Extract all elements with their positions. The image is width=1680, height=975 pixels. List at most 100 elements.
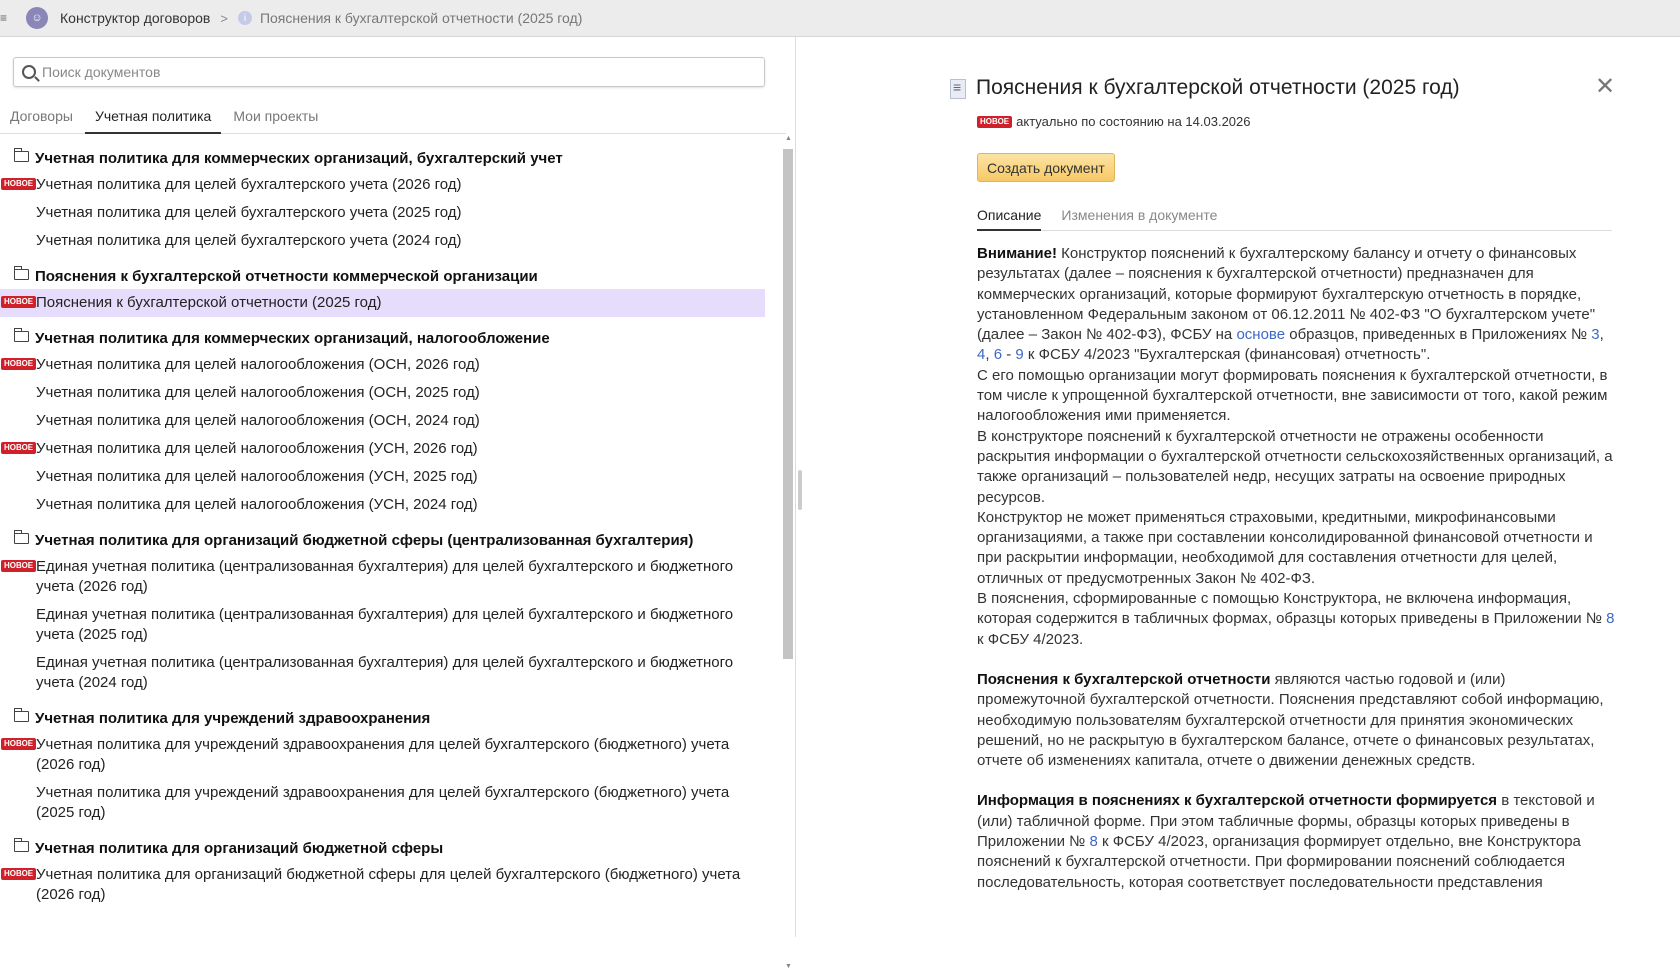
- paragraph: С его помощью организации могут формиров…: [977, 366, 1617, 427]
- link[interactable]: 3: [1591, 326, 1599, 343]
- folder-icon: [14, 266, 29, 280]
- list-item[interactable]: Учетная политика для целей налогообложен…: [0, 463, 766, 491]
- list-item-label: Учетная политика для целей налогообложен…: [36, 440, 478, 457]
- list-item-label: Единая учетная политика (централизованна…: [36, 654, 734, 691]
- group-title: Учетная политика для учреждений здравоох…: [35, 710, 431, 727]
- paragraph: Пояснения к бухгалтерской отчетности явл…: [977, 670, 1617, 771]
- folder-icon: [14, 148, 29, 162]
- group-heading[interactable]: Учетная политика для организаций бюджетн…: [14, 838, 776, 857]
- close-icon[interactable]: ✕: [1595, 72, 1615, 101]
- description-text: Внимание! Конструктор пояснений к бухгал…: [977, 244, 1617, 913]
- group-title: Учетная политика для организаций бюджетн…: [35, 532, 694, 549]
- chevron-right-icon: >: [220, 10, 228, 26]
- link[interactable]: 9: [1015, 346, 1023, 363]
- tab-1[interactable]: Учетная политика: [84, 105, 222, 134]
- list-item[interactable]: НОВОЕ Учетная политика для учреждений здр…: [0, 731, 766, 779]
- folder-icon: [14, 328, 29, 342]
- text-segment: В пояснения, сформированные с помощью Ко…: [977, 590, 1607, 628]
- info-icon: i: [237, 11, 252, 25]
- group-heading[interactable]: Учетная политика для организаций бюджетн…: [14, 530, 776, 549]
- list-item[interactable]: Учетная политика для целей бухгалтерског…: [0, 227, 766, 255]
- scroll-down-icon[interactable]: ▼: [783, 963, 794, 975]
- paragraph: В конструкторе пояснений к бухгалтерской…: [977, 427, 1617, 508]
- list-item[interactable]: Учетная политика для целей налогообложен…: [0, 407, 766, 435]
- scroll-up-icon[interactable]: ▲: [783, 135, 794, 147]
- folder-icon: [14, 530, 29, 544]
- tab-2[interactable]: Мои проекты: [223, 105, 328, 133]
- group-heading[interactable]: Учетная политика для коммерческих органи…: [14, 148, 776, 167]
- scrollbar[interactable]: ▲ ▼: [783, 135, 794, 975]
- status-line: НОВОЕ актуально по состоянию на 14.03.20…: [977, 114, 1251, 129]
- breadcrumb-current: Пояснения к бухгалтерской отчетности (20…: [259, 10, 583, 26]
- group-title: Учетная политика для организаций бюджетн…: [35, 840, 444, 857]
- list-item[interactable]: Единая учетная политика (централизованна…: [0, 601, 766, 649]
- list-item-label: Учетная политика для учреждений здравоох…: [36, 784, 730, 821]
- scrollbar-thumb[interactable]: [783, 149, 793, 659]
- document-list-panel: ДоговорыУчетная политикаМои проекты Учет…: [0, 37, 796, 970]
- list-item-label: Учетная политика для целей налогообложен…: [36, 468, 478, 485]
- text-segment: В конструкторе пояснений к бухгалтерской…: [977, 427, 1613, 506]
- list-item[interactable]: Учетная политика для целей бухгалтерског…: [0, 199, 766, 227]
- create-document-button[interactable]: Создать документ: [977, 153, 1115, 182]
- link[interactable]: 6: [994, 346, 1002, 363]
- list-item[interactable]: НОВОЕ Учетная политика для целей налогооб…: [0, 351, 766, 379]
- document-detail-panel: Пояснения к бухгалтерской отчетности (20…: [800, 37, 1680, 937]
- text-segment: -: [1002, 346, 1016, 364]
- list-item[interactable]: Учетная политика для учреждений здравоох…: [0, 779, 766, 827]
- list-item-label: Учетная политика для целей налогообложен…: [36, 384, 480, 401]
- link[interactable]: 8: [1606, 610, 1614, 627]
- tab-0[interactable]: Договоры: [0, 105, 83, 133]
- list-item[interactable]: НОВОЕ Учетная политика для организаций бю…: [0, 861, 766, 909]
- list-item[interactable]: НОВОЕ Пояснения к бухгалтерской отчетност…: [0, 289, 765, 317]
- list-item-label: Пояснения к бухгалтерской отчетности (20…: [36, 294, 382, 311]
- list-item[interactable]: Учетная политика для целей налогообложен…: [0, 379, 766, 407]
- detail-tab-0[interactable]: Описание: [977, 205, 1042, 231]
- folder-icon: [14, 838, 29, 852]
- text-segment: ,: [985, 346, 994, 364]
- menu-icon[interactable]: ≡: [0, 11, 10, 25]
- text-segment: Конструктор не может применяться страхов…: [977, 508, 1593, 587]
- detail-tab-1[interactable]: Изменения в документе: [1061, 205, 1217, 230]
- text-segment: С его помощью организации могут формиров…: [977, 366, 1608, 425]
- list-item-label: Учетная политика для целей бухгалтерског…: [36, 176, 462, 193]
- group-title: Пояснения к бухгалтерской отчетности ком…: [35, 268, 538, 285]
- document-title: Пояснения к бухгалтерской отчетности (20…: [976, 76, 1460, 99]
- text-segment: Внимание!: [977, 245, 1057, 262]
- paragraph: В пояснения, сформированные с помощью Ко…: [977, 589, 1617, 650]
- text-segment: к ФСБУ 4/2023.: [977, 630, 1084, 648]
- list-item[interactable]: НОВОЕ Учетная политика для целей налогооб…: [0, 435, 766, 463]
- list-item[interactable]: НОВОЕ Учетная политика для целей бухгалте…: [0, 171, 766, 199]
- new-badge: НОВОЕ: [1, 738, 37, 750]
- breadcrumb-app[interactable]: Конструктор договоров: [60, 10, 210, 26]
- group-heading[interactable]: Учетная политика для учреждений здравоох…: [14, 708, 776, 727]
- new-badge: НОВОЕ: [1, 296, 37, 308]
- group-title: Учетная политика для коммерческих органи…: [35, 150, 563, 167]
- paragraph: Конструктор не может применяться страхов…: [977, 508, 1617, 589]
- link[interactable]: 8: [1089, 833, 1097, 850]
- status-text: актуально по состоянию на 14.03.2026: [1016, 114, 1251, 129]
- list-item-label: Учетная политика для целей налогообложен…: [36, 496, 478, 513]
- link[interactable]: основе: [1236, 326, 1285, 343]
- list-item-label: Учетная политика для целей бухгалтерског…: [36, 204, 462, 221]
- list-item[interactable]: Учетная политика для целей налогообложен…: [0, 491, 766, 519]
- list-item[interactable]: НОВОЕ Единая учетная политика (централизо…: [0, 553, 766, 601]
- new-badge: НОВОЕ: [977, 115, 1013, 128]
- text-segment: ,: [1599, 326, 1604, 344]
- new-badge: НОВОЕ: [1, 442, 37, 454]
- search-box[interactable]: [13, 57, 765, 87]
- list-item[interactable]: Единая учетная политика (централизованна…: [0, 649, 766, 697]
- new-badge: НОВОЕ: [1, 868, 37, 880]
- list-item-label: Учетная политика для целей налогообложен…: [36, 356, 480, 373]
- group-heading[interactable]: Пояснения к бухгалтерской отчетности ком…: [14, 266, 776, 285]
- group-heading[interactable]: Учетная политика для коммерческих органи…: [14, 328, 776, 347]
- list-item-label: Учетная политика для целей бухгалтерског…: [36, 232, 462, 249]
- document-icon: [950, 79, 966, 99]
- list-item-label: Учетная политика для организаций бюджетн…: [36, 866, 741, 903]
- search-input[interactable]: [42, 64, 742, 80]
- new-badge: НОВОЕ: [1, 178, 37, 190]
- search-icon: [22, 65, 36, 79]
- list-item-label: Единая учетная политика (централизованна…: [36, 558, 734, 595]
- text-segment: Пояснения к бухгалтерской отчетности: [977, 670, 1271, 688]
- text-segment: к ФСБУ 4/2023 "Бухгалтерская (финансовая…: [1023, 346, 1431, 364]
- folder-icon: [14, 708, 29, 722]
